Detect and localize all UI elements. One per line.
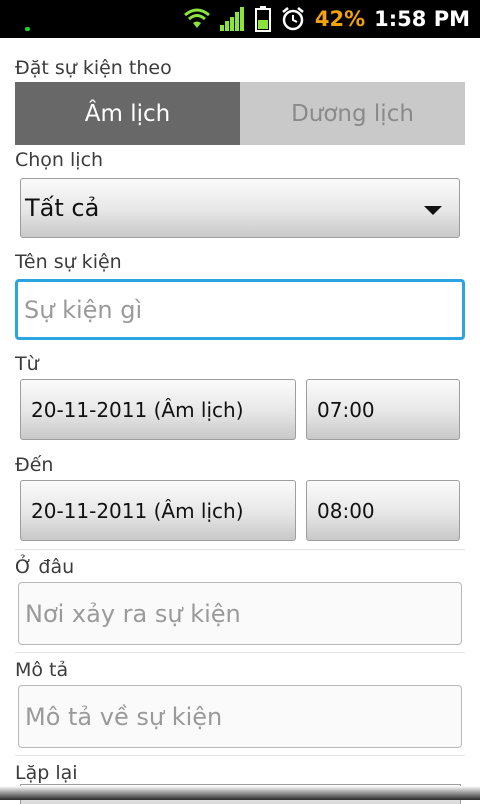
description-input[interactable]: Mô tả về sự kiện: [18, 685, 462, 748]
calendar-select-value: Tất cả: [25, 194, 100, 222]
event-name-input[interactable]: Sự kiện gì: [15, 279, 465, 340]
calendar-label: Chọn lịch: [15, 149, 104, 171]
battery-icon: [254, 6, 271, 32]
section-divider: [15, 755, 465, 756]
from-time-button[interactable]: 07:00: [306, 379, 460, 440]
tab-lunar[interactable]: Âm lịch: [15, 82, 240, 145]
section-divider: [15, 652, 465, 653]
wifi-icon: [183, 8, 210, 28]
mode-label: Đặt sự kiện theo: [15, 57, 172, 79]
where-label: Ở đâu: [15, 556, 75, 578]
to-time-button[interactable]: 08:00: [306, 480, 460, 541]
notification-dot-icon: [25, 27, 30, 31]
status-time: 1:58 PM: [374, 7, 470, 31]
location-input[interactable]: Nơi xảy ra sự kiện: [18, 582, 462, 645]
battery-percent: 42%: [314, 7, 366, 31]
status-icons: 42% 1:58 PM: [183, 0, 470, 38]
from-label: Từ: [15, 353, 39, 375]
to-date-button[interactable]: 20-11-2011 (Âm lịch): [20, 480, 296, 541]
description-label: Mô tả: [15, 659, 69, 681]
repeat-label: Lặp lại: [15, 762, 78, 784]
event-form: Đặt sự kiện theo Âm lịch Dương lịch Chọn…: [0, 38, 480, 804]
cell-signal-icon: [219, 7, 244, 31]
alarm-clock-icon: [282, 7, 304, 31]
from-date-button[interactable]: 20-11-2011 (Âm lịch): [20, 379, 296, 440]
calendar-mode-toggle: Âm lịch Dương lịch: [15, 82, 465, 145]
tab-solar[interactable]: Dương lịch: [240, 82, 465, 145]
name-label: Tên sự kiện: [15, 251, 122, 273]
dropdown-arrow-icon: [424, 206, 442, 215]
to-label: Đến: [15, 454, 54, 476]
section-divider: [15, 549, 465, 550]
status-bar: 42% 1:58 PM: [0, 0, 480, 38]
calendar-select[interactable]: Tất cả: [20, 178, 460, 238]
scroll-fade: [0, 786, 480, 800]
